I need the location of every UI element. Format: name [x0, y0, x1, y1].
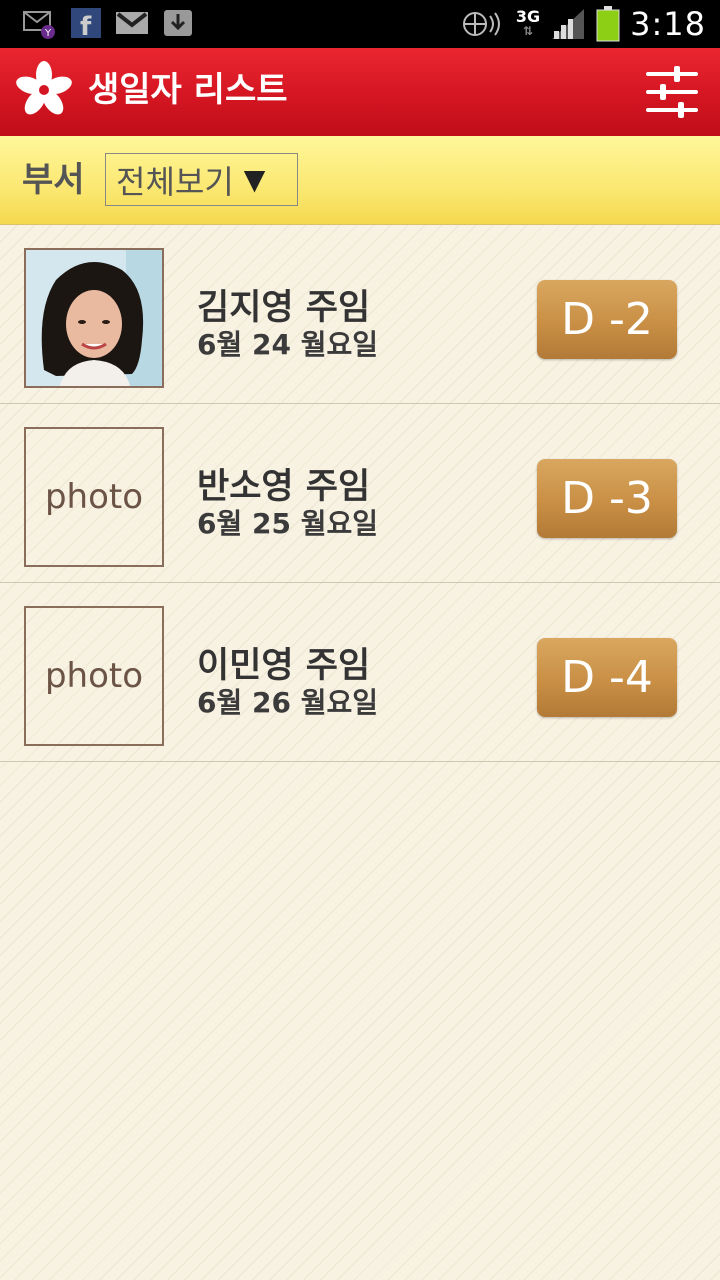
- sync-icon: [462, 12, 500, 36]
- page-title: 생일자 리스트: [88, 70, 288, 110]
- birthday-list: 김지영 주임 6월 24 월요일 D -2 photo 반소영 주임 6월 25…: [0, 225, 720, 1280]
- birthday-date: 6월 24 월요일: [197, 328, 378, 361]
- birthday-date: 6월 25 월요일: [197, 507, 378, 540]
- department-dropdown[interactable]: 전체보기 ▼: [105, 153, 298, 206]
- dropdown-arrow-icon: ▼: [243, 163, 266, 196]
- department-label: 부서: [22, 160, 85, 200]
- clock: 3:18: [630, 5, 706, 43]
- download-icon: [160, 6, 196, 40]
- svg-text:Y: Y: [44, 28, 52, 39]
- list-item[interactable]: 김지영 주임 6월 24 월요일 D -2: [0, 225, 720, 404]
- department-selected-value: 전체보기: [116, 162, 234, 201]
- list-item[interactable]: photo 이민영 주임 6월 26 월요일 D -4: [0, 583, 720, 762]
- dday-badge: D -3: [537, 459, 677, 538]
- network-type: 3G ⇅: [515, 7, 541, 39]
- yahoo-mail-icon: Y: [22, 6, 58, 40]
- dday-badge: D -2: [537, 280, 677, 359]
- signal-icon: [552, 9, 585, 39]
- gmail-icon: [114, 6, 150, 40]
- notification-icons: Y f: [22, 6, 196, 42]
- svg-text:f: f: [80, 12, 92, 40]
- facebook-icon: f: [68, 6, 104, 42]
- avatar-placeholder: photo: [24, 606, 164, 746]
- status-bar: Y f 3G ⇅ 3:18: [0, 0, 720, 48]
- list-item[interactable]: photo 반소영 주임 6월 25 월요일 D -3: [0, 404, 720, 583]
- department-filter-bar: 부서 전체보기 ▼: [0, 136, 720, 225]
- dday-badge: D -4: [537, 638, 677, 717]
- sliders-icon[interactable]: [644, 64, 700, 120]
- app-header: 생일자 리스트: [0, 48, 720, 136]
- avatar-placeholder: photo: [24, 427, 164, 567]
- battery-icon: [596, 6, 620, 42]
- birthday-date: 6월 26 월요일: [197, 686, 378, 719]
- flower-logo-icon: [14, 60, 74, 120]
- avatar: [24, 248, 164, 388]
